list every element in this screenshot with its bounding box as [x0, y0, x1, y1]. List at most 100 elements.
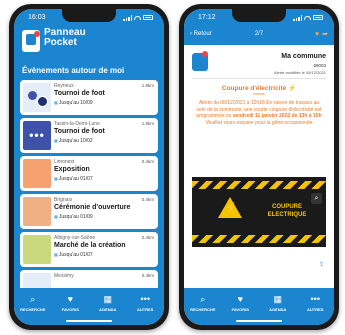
favorite-icon[interactable]: ♥ [315, 31, 319, 38]
tab-recherche[interactable]: ⌕ RECHERCHE [15, 294, 51, 325]
events-list: Reyrieux 1.8km Tournoi de foot Jusqu'au … [14, 80, 164, 305]
left-screen: 16:03 Panneau Pocket Évènements autour d… [14, 9, 164, 325]
more-icon: ••• [310, 294, 320, 304]
phone-notch [232, 9, 286, 22]
event-title: Marché de la création [54, 242, 126, 249]
event-distance: 0.4km [141, 273, 154, 278]
event-distance: 1.8km [141, 83, 154, 88]
lightning-icon: ⚡ [288, 85, 297, 92]
event-city: Reyrieux [54, 83, 74, 89]
app-name: Panneau Pocket [44, 28, 86, 48]
share-icon[interactable]: ⇪ [319, 261, 324, 268]
status-time: 16:03 [28, 14, 46, 21]
event-city: Limonest [54, 159, 75, 165]
wifi-icon [304, 15, 311, 20]
event-city: Albigny-sur-Saône [54, 235, 96, 241]
event-distance: 1.8km [141, 121, 154, 126]
warning-stripe [192, 181, 326, 189]
event-title: Tournoi de foot [54, 128, 105, 135]
event-date: Jusqu'au 01/07 [54, 252, 93, 258]
app-name-line2: Pocket [44, 37, 77, 48]
event-card[interactable]: Limonest 0.4km Exposition Jusqu'au 01/07 [20, 156, 158, 191]
event-thumbnail [23, 197, 51, 226]
divider [192, 78, 326, 79]
football-icon [37, 96, 48, 107]
event-card[interactable]: Reyrieux 1.8km Tournoi de foot Jusqu'au … [20, 80, 158, 115]
right-phone: 17:12 ‹ Retour 2/7 ♥ ➦ Ma commune 69003 A… [179, 4, 339, 330]
event-card[interactable]: ••• Tassin-la-Demi-Lune 1.8km Tournoi de… [20, 118, 158, 153]
event-date: Jusqu'au 01/07 [54, 176, 93, 182]
tab-label: AGENDA [269, 307, 287, 312]
alert-body: Alerte du 06/12/2021 à 12h16 En raison d… [194, 100, 324, 126]
event-city: Brignais [54, 197, 73, 203]
tab-label: FAVORIS [231, 307, 249, 312]
left-phone: 16:03 Panneau Pocket Évènements autour d… [9, 4, 169, 330]
home-indicator[interactable] [236, 320, 282, 322]
status-icons [123, 14, 153, 21]
event-date: Jusqu'au 10/02 [54, 138, 93, 144]
event-thumbnail [23, 83, 51, 112]
event-thumbnail [23, 159, 51, 188]
phone-notch [62, 9, 116, 22]
tab-label: AUTRES [137, 307, 154, 312]
commune-zip: 69003 [313, 63, 326, 68]
tab-autres[interactable]: ••• AUTRES [127, 294, 163, 325]
event-city: Tassin-la-Demi-Lune [54, 121, 100, 127]
search-icon: ⌕ [200, 294, 206, 304]
event-title: Exposition [54, 166, 90, 173]
tab-label: RECHERCHE [20, 307, 46, 312]
alert-stars: ****** [253, 93, 265, 99]
alert-modified-date: Alerte modifiée le 05/12/2021 [273, 70, 326, 75]
section-title: Évènements autour de moi [14, 64, 164, 80]
warning-stripe [192, 235, 326, 243]
tab-recherche[interactable]: ⌕ RECHERCHE [185, 294, 221, 325]
lightning-icon: ⚡ [225, 203, 238, 214]
tab-label: AGENDA [99, 307, 117, 312]
tab-autres[interactable]: ••• AUTRES [297, 294, 333, 325]
alert-body-apology: Veuillez nous excuser pour la gêne occas… [205, 119, 313, 126]
page-indicator: 2/7 [254, 31, 264, 37]
alert-title: Coupure d'électricité ⚡ [184, 84, 334, 92]
calendar-icon: ▦ [103, 294, 112, 304]
event-distance: 0.4km [141, 197, 154, 202]
commune-logo-icon [192, 51, 208, 71]
detail-header: ‹ Retour 2/7 ♥ ➦ [184, 26, 334, 45]
ellipsis-icon: ••• [29, 128, 45, 142]
heart-icon: ♥ [67, 294, 73, 304]
banner-text: COUPURE ELECTRIQUE [267, 204, 307, 218]
tab-bar: ⌕ RECHERCHE ♥ FAVORIS ▦ AGENDA ••• AUTRES [184, 288, 334, 325]
home-indicator[interactable] [66, 320, 112, 322]
football-icon [28, 91, 37, 100]
status-icons [293, 14, 323, 21]
wifi-icon [134, 15, 141, 20]
signal-icon [123, 14, 132, 21]
alert-title-text: Coupure d'électricité [221, 85, 287, 92]
event-card[interactable]: Brignais 0.4km Cérémonie d'ouverture Jus… [20, 194, 158, 229]
event-date: Jusqu'au 01/09 [54, 214, 93, 220]
event-distance: 0.4km [141, 235, 154, 240]
share-icon[interactable]: ➦ [322, 31, 328, 38]
alert-image[interactable]: ⚡ COUPURE ELECTRIQUE ⌕ [192, 177, 326, 247]
header-actions: ♥ ➦ [315, 30, 328, 38]
battery-icon [313, 15, 323, 20]
app-header: Panneau Pocket [14, 26, 164, 64]
tab-bar: ⌕ RECHERCHE ♥ FAVORIS ▦ AGENDA ••• AUTRES [14, 288, 164, 325]
more-icon: ••• [140, 294, 150, 304]
event-thumbnail: ••• [23, 121, 51, 150]
status-time: 17:12 [198, 14, 216, 21]
battery-icon [143, 15, 153, 20]
event-thumbnail [23, 235, 51, 264]
commune-name: Ma commune [281, 53, 326, 60]
tab-label: AUTRES [307, 307, 324, 312]
event-card[interactable]: Albigny-sur-Saône 0.4km Marché de la cré… [20, 232, 158, 267]
search-icon: ⌕ [30, 294, 36, 304]
event-date: Jusqu'au 10/09 [54, 100, 93, 106]
panneau-pocket-logo-icon [22, 30, 40, 52]
tab-label: RECHERCHE [190, 307, 216, 312]
event-distance: 0.4km [141, 159, 154, 164]
alert-body-date: vendredi 11 janvier 2022 de 13h à 15h [232, 113, 322, 119]
heart-icon: ♥ [237, 294, 243, 304]
right-screen: 17:12 ‹ Retour 2/7 ♥ ➦ Ma commune 69003 A… [184, 9, 334, 325]
event-city: Messimy [54, 273, 74, 279]
zoom-icon[interactable]: ⌕ [311, 193, 322, 204]
